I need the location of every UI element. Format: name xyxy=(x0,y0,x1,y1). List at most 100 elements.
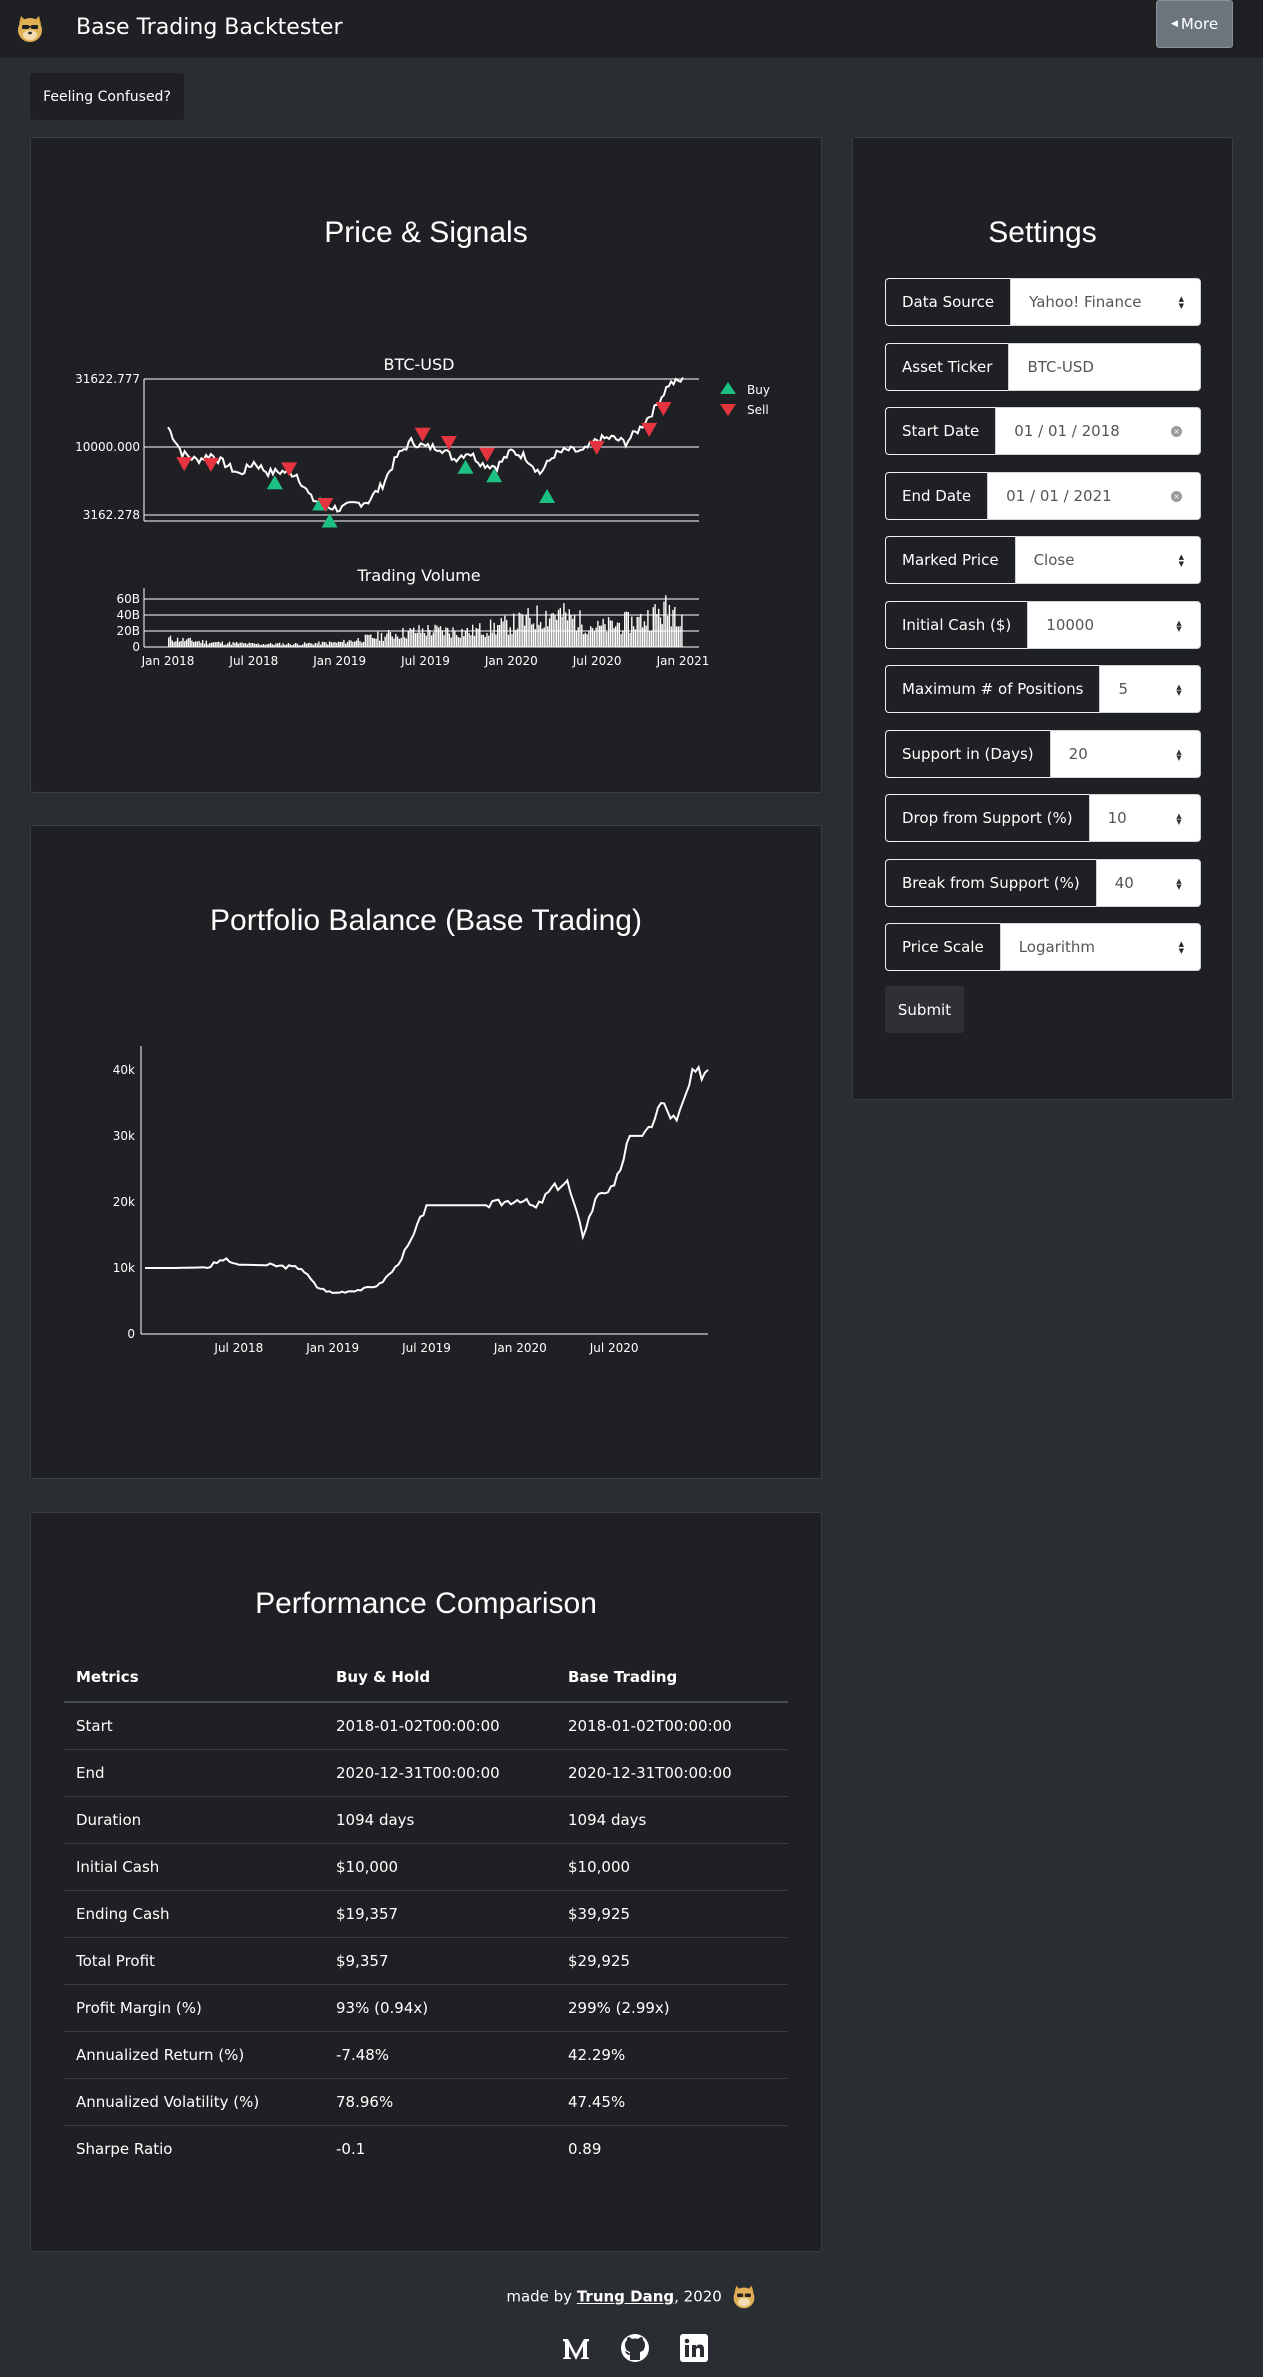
portfolio-chart[interactable]: 40k 30k 20k 10k 0 Jul 2018 Jan 2019 Jul 2019 Jan… xyxy=(31,826,823,1480)
volume-bar xyxy=(570,615,572,647)
volume-bar xyxy=(216,642,218,647)
volume-bar xyxy=(223,644,225,647)
field-initial-cash: Initial Cash ($) 10000 ▲ ▼ xyxy=(885,600,1201,649)
volume-bar xyxy=(486,633,488,647)
volume-bar xyxy=(613,628,615,647)
marked-price-value: Close xyxy=(1033,551,1075,569)
portfolio-y-tick-label: 20k xyxy=(113,1195,135,1209)
volume-bar xyxy=(575,631,578,647)
metric-cell: Sharpe Ratio xyxy=(76,2139,173,2158)
volume-bar xyxy=(556,619,558,647)
price-chart[interactable]: BTC-USD 31622.777 10000.000 3162.278 Buy Sell… xyxy=(31,138,823,794)
volume-bar xyxy=(572,618,574,647)
field-start-date: Start Date 01 / 01 / 2018 × xyxy=(885,407,1201,455)
volume-bar xyxy=(271,644,274,647)
field-label-data-source: Data Source xyxy=(885,278,1011,326)
maximum-of-positions-number-input[interactable]: 5 ▲ ▼ xyxy=(1099,665,1201,713)
submit-button[interactable]: Submit xyxy=(885,986,964,1033)
volume-bar xyxy=(418,625,420,647)
github-icon[interactable] xyxy=(619,2332,651,2364)
base-trading-cell: 2020-12-31T00:00:00 xyxy=(556,1749,788,1797)
volume-bar xyxy=(370,634,372,647)
buy-hold-cell: $10,000 xyxy=(324,1843,556,1891)
clear-date-icon[interactable]: × xyxy=(1171,490,1182,502)
base-trading-cell: 0.89 xyxy=(568,2139,602,2158)
marked-price-select[interactable]: Close ▲ ▼ xyxy=(1014,536,1201,584)
asset-ticker-input[interactable]: BTC-USD xyxy=(1008,342,1201,391)
volume-bar xyxy=(502,621,504,647)
performance-table: Metrics Buy & Hold Base Trading Start 201… xyxy=(64,1652,788,2172)
field-label-initial-cash: Initial Cash ($) xyxy=(885,600,1028,649)
volume-bar xyxy=(520,613,522,647)
table-row: Annualized Return (%) -7.48% 42.29% xyxy=(64,2031,788,2079)
app-title[interactable]: Base Trading Backtester xyxy=(76,15,343,40)
clear-date-icon[interactable]: × xyxy=(1171,426,1182,437)
volume-bar xyxy=(484,636,486,647)
volume-bar xyxy=(640,613,642,647)
volume-bar xyxy=(636,617,638,647)
drop-from-support-number-input[interactable]: 10 ▲ ▼ xyxy=(1088,794,1201,842)
spinner-icon[interactable]: ▲ ▼ xyxy=(1174,748,1184,761)
price-y-tick-label: 10000.000 xyxy=(75,440,140,454)
volume-bar xyxy=(277,643,279,647)
field-label-drop-from-support: Drop from Support (%) xyxy=(885,794,1089,842)
volume-bar xyxy=(234,642,236,647)
help-button[interactable]: Feeling Confused? xyxy=(30,73,184,120)
volume-bar xyxy=(425,635,427,647)
volume-bar xyxy=(638,616,640,647)
support-in-days-number-input[interactable]: 20 ▲ ▼ xyxy=(1049,729,1201,778)
volume-bar xyxy=(334,642,336,647)
volume-bar xyxy=(382,640,384,647)
volume-bar xyxy=(659,617,662,647)
buy-hold-cell: -0.1 xyxy=(336,2139,366,2158)
volume-bar xyxy=(606,632,608,647)
medium-icon[interactable] xyxy=(560,2332,592,2364)
start-date-date-input[interactable]: 01 / 01 / 2018 × xyxy=(995,407,1201,455)
volume-bar xyxy=(547,626,549,647)
spinner-icon[interactable]: ▲ ▼ xyxy=(1174,877,1184,890)
break-from-support-number-input[interactable]: 40 ▲ ▼ xyxy=(1095,858,1201,907)
volume-bar xyxy=(295,643,297,647)
volume-bar xyxy=(173,642,175,647)
table-row: Ending Cash $19,357 $39,925 xyxy=(64,1890,788,1938)
spinner-icon[interactable]: ▲ ▼ xyxy=(1174,684,1184,697)
price-scale-select[interactable]: Logarithm ▲ ▼ xyxy=(999,923,1201,971)
volume-bar xyxy=(389,632,392,647)
volume-bar xyxy=(582,634,585,647)
field-label-support-in-days: Support in (Days) xyxy=(885,729,1050,778)
volume-bar xyxy=(194,641,197,647)
more-button[interactable]: ◀ More xyxy=(1156,0,1233,48)
portfolio-y-tick-label: 10k xyxy=(113,1261,135,1275)
volume-bar xyxy=(332,642,334,647)
volume-bar xyxy=(189,637,191,647)
volume-bar xyxy=(652,607,654,647)
volume-bar xyxy=(321,641,324,647)
volume-bar xyxy=(300,645,302,647)
volume-bar xyxy=(482,634,485,647)
volume-bar xyxy=(336,642,338,647)
volume-bar xyxy=(209,643,211,647)
volume-bar xyxy=(447,628,449,647)
volume-bar xyxy=(498,625,501,647)
volume-bar xyxy=(532,623,535,647)
data-source-select[interactable]: Yahoo! Finance ▲ ▼ xyxy=(1010,278,1201,326)
author-link[interactable]: Trung Dang xyxy=(577,2288,674,2306)
end-date-value: 01 / 01 / 2021 xyxy=(1006,486,1112,505)
volume-bar xyxy=(237,643,240,647)
end-date-date-input[interactable]: 01 / 01 / 2021 × xyxy=(987,471,1201,520)
volume-bar xyxy=(307,643,309,647)
linkedin-icon[interactable] xyxy=(678,2332,710,2364)
volume-bar xyxy=(205,640,207,647)
spinner-icon[interactable]: ▲ ▼ xyxy=(1174,619,1184,632)
volume-bar xyxy=(246,644,249,647)
volume-bar xyxy=(184,641,186,647)
volume-bar xyxy=(509,627,511,647)
asset-ticker-value: BTC-USD xyxy=(1027,357,1094,376)
initial-cash-number-input[interactable]: 10000 ▲ ▼ xyxy=(1027,600,1201,649)
field-label-end-date: End Date xyxy=(885,471,988,520)
base-trading-cell: 47.45% xyxy=(556,2078,788,2126)
volume-x-tick-label: Jul 2020 xyxy=(572,654,622,668)
volume-bar xyxy=(658,608,660,647)
spinner-icon[interactable]: ▲ ▼ xyxy=(1174,813,1184,826)
doge-logo-icon[interactable] xyxy=(15,14,45,44)
